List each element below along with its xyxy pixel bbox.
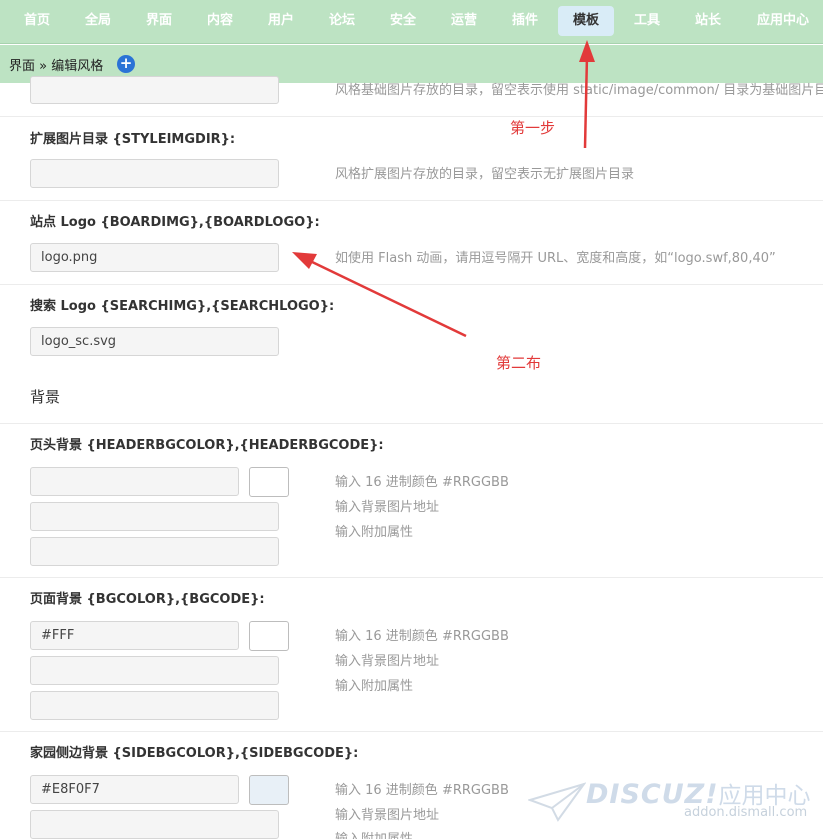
- nav-item-global[interactable]: 全局: [75, 6, 121, 36]
- divider: [0, 423, 823, 424]
- sidebg-hint-color: 输入 16 进制颜色 #RRGGBB: [335, 783, 509, 798]
- sidebg-hint-extra: 输入附加属性: [335, 828, 413, 839]
- nav-item-app-center[interactable]: 应用中心: [750, 6, 816, 36]
- styleimgdir-input[interactable]: [30, 159, 279, 188]
- nav-item-security[interactable]: 安全: [380, 6, 426, 36]
- sidebg-color-swatch[interactable]: [249, 775, 289, 805]
- headerbg-color-swatch[interactable]: [249, 467, 289, 497]
- nav-item-content[interactable]: 内容: [197, 6, 243, 36]
- top-nav: 首页 全局 界面 内容 用户 论坛 安全 运营 插件 模板 工具 站长 应用中心: [0, 0, 823, 44]
- boardimg-hint: 如使用 Flash 动画，请用逗号隔开 URL、宽度和高度，如“logo.swf…: [335, 251, 776, 266]
- divider: [0, 200, 823, 201]
- nav-item-home[interactable]: 首页: [14, 6, 60, 36]
- nav-item-plugins[interactable]: 插件: [502, 6, 548, 36]
- divider: [0, 731, 823, 732]
- searchimg-label: 搜索 Logo {SEARCHIMG},{SEARCHLOGO}:: [30, 299, 335, 314]
- nav-item-forum[interactable]: 论坛: [319, 6, 365, 36]
- headerbg-label: 页头背景 {HEADERBGCOLOR},{HEADERBGCODE}:: [30, 438, 384, 453]
- imgdir-hint: 风格基础图片存放的目录，留空表示使用 static/image/common/ …: [335, 83, 823, 98]
- headerbg-hint-image: 输入背景图片地址: [335, 500, 440, 515]
- add-icon[interactable]: +: [117, 55, 135, 73]
- sidebg-label: 家园侧边背景 {SIDEBGCOLOR},{SIDEBGCODE}:: [30, 746, 359, 761]
- headerbg-color-input[interactable]: [30, 467, 239, 496]
- bg-image-input[interactable]: [30, 656, 279, 685]
- bg-hint-color: 输入 16 进制颜色 #RRGGBB: [335, 629, 509, 644]
- bg-hint-image: 输入背景图片地址: [335, 654, 440, 669]
- paper-plane-icon: [528, 782, 586, 822]
- breadcrumb: 界面 » 编辑风格: [9, 59, 104, 74]
- nav-item-operations[interactable]: 运营: [441, 6, 487, 36]
- searchimg-input[interactable]: logo_sc.svg: [30, 327, 279, 356]
- styleimgdir-label: 扩展图片目录 {STYLEIMGDIR}:: [30, 132, 236, 147]
- annotation-step2: 第二布: [496, 354, 542, 372]
- boardimg-label: 站点 Logo {BOARDIMG},{BOARDLOGO}:: [30, 215, 320, 230]
- bg-hint-extra: 输入附加属性: [335, 679, 414, 694]
- headerbg-hint-extra: 输入附加属性: [335, 525, 414, 540]
- watermark-url: addon.dismall.com: [684, 805, 808, 820]
- nav-item-interface[interactable]: 界面: [136, 6, 182, 36]
- headerbg-image-input[interactable]: [30, 502, 279, 531]
- sidebg-image-input[interactable]: [30, 810, 279, 839]
- imgdir-input[interactable]: [30, 76, 279, 104]
- divider: [0, 284, 823, 285]
- sidebg-hint-image: 输入背景图片地址: [335, 808, 440, 823]
- nav-item-tools[interactable]: 工具: [624, 6, 670, 36]
- boardimg-input[interactable]: logo.png: [30, 243, 279, 272]
- styleimgdir-hint: 风格扩展图片存放的目录，留空表示无扩展图片目录: [335, 167, 635, 182]
- divider: [0, 116, 823, 117]
- bg-extra-input[interactable]: [30, 691, 279, 720]
- section-title-background: 背景: [30, 388, 61, 406]
- headerbg-extra-input[interactable]: [30, 537, 279, 566]
- bg-color-swatch[interactable]: [249, 621, 289, 651]
- divider: [0, 577, 823, 578]
- bg-label: 页面背景 {BGCOLOR},{BGCODE}:: [30, 592, 265, 607]
- watermark: DISCUZ!应用中心 addon.dismall.com: [528, 776, 818, 828]
- sidebg-color-input[interactable]: #E8F0F7: [30, 775, 239, 804]
- headerbg-hint-color: 输入 16 进制颜色 #RRGGBB: [335, 475, 509, 490]
- annotation-step1: 第一步: [510, 119, 556, 137]
- nav-item-users[interactable]: 用户: [258, 6, 304, 36]
- nav-item-webmaster[interactable]: 站长: [685, 6, 731, 36]
- nav-item-templates[interactable]: 模板: [558, 6, 614, 36]
- bg-color-input[interactable]: #FFF: [30, 621, 239, 650]
